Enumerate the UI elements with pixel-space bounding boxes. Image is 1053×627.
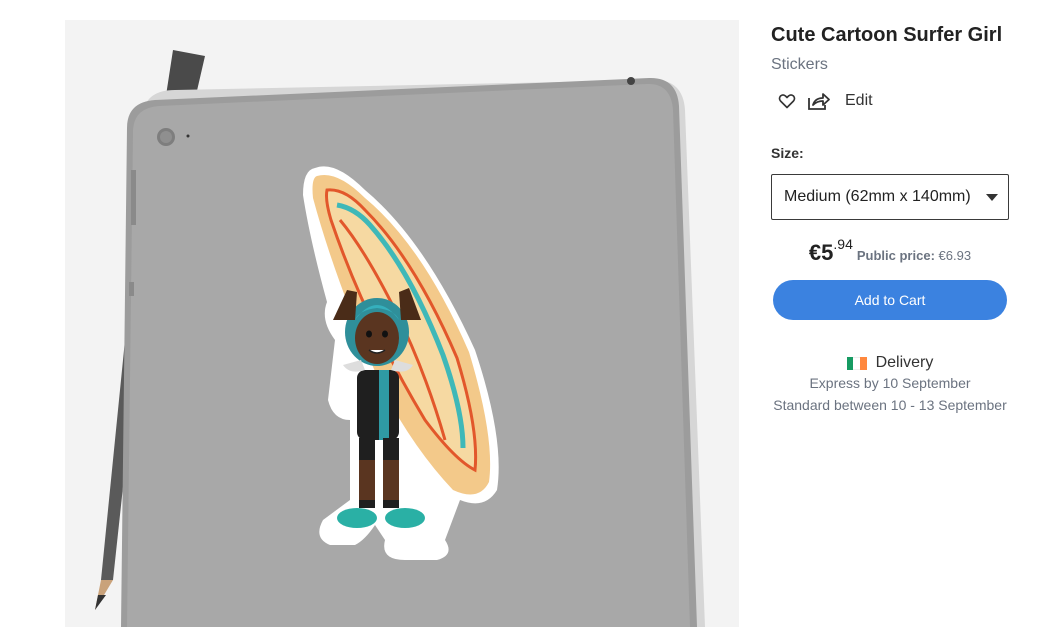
size-select[interactable]: Medium (62mm x 140mm) (771, 174, 1009, 220)
product-image[interactable] (65, 20, 739, 627)
heart-icon[interactable] (771, 88, 803, 114)
delivery-heading: Delivery (875, 354, 934, 371)
delivery-info: Delivery Express by 10 September Standar… (771, 354, 1009, 416)
add-to-cart-button[interactable]: Add to Cart (773, 280, 1007, 320)
product-category-link[interactable]: Stickers (771, 54, 1011, 76)
size-label: Size: (771, 145, 804, 161)
public-price-label: Public price: (856, 248, 935, 263)
delivery-express: Express by 10 September (809, 375, 971, 391)
size-select-value: Medium (62mm x 140mm) (784, 188, 971, 205)
delivery-heading-row: Delivery (771, 354, 1009, 372)
public-price-value: €6.93 (938, 248, 972, 263)
edit-link[interactable]: Edit (845, 92, 873, 110)
price-cents: .94 (833, 236, 853, 252)
product-actions: Edit (771, 88, 1011, 114)
public-price: Public price: €6.93 (857, 246, 971, 266)
share-icon[interactable] (805, 88, 833, 114)
ireland-flag-icon (846, 356, 867, 370)
price-row: €5 .94 Public price: €6.93 (771, 236, 1009, 266)
price-main: €5 (808, 240, 834, 265)
delivery-standard: Standard between 10 - 13 September (773, 397, 1007, 413)
product-info-panel: Cute Cartoon Surfer Girl Stickers Edit S… (771, 20, 1011, 416)
caret-down-icon (986, 193, 998, 201)
sticker-on-tablet-illustration (65, 20, 739, 627)
product-title: Cute Cartoon Surfer Girl (771, 24, 1003, 46)
